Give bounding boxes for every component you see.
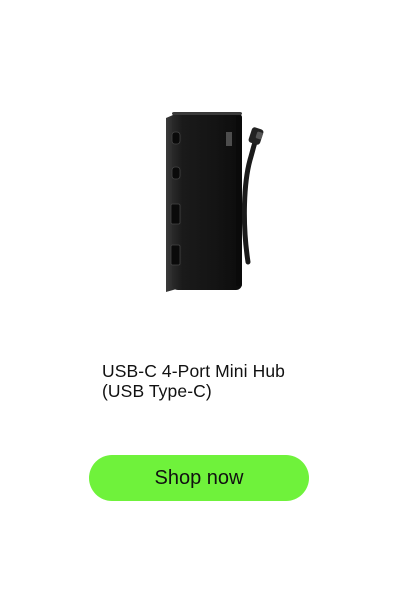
- product-title[interactable]: USB-C 4-Port Mini Hub (USB Type-C): [102, 361, 332, 401]
- product-title-line-2: (USB Type-C): [102, 381, 212, 401]
- usb-hub-product-image[interactable]: [150, 112, 270, 294]
- product-card: USB-C 4-Port Mini Hub (USB Type-C) Shop …: [0, 0, 400, 600]
- shop-now-button[interactable]: Shop now: [89, 455, 309, 501]
- product-title-line-1: USB-C 4-Port Mini Hub: [102, 361, 285, 381]
